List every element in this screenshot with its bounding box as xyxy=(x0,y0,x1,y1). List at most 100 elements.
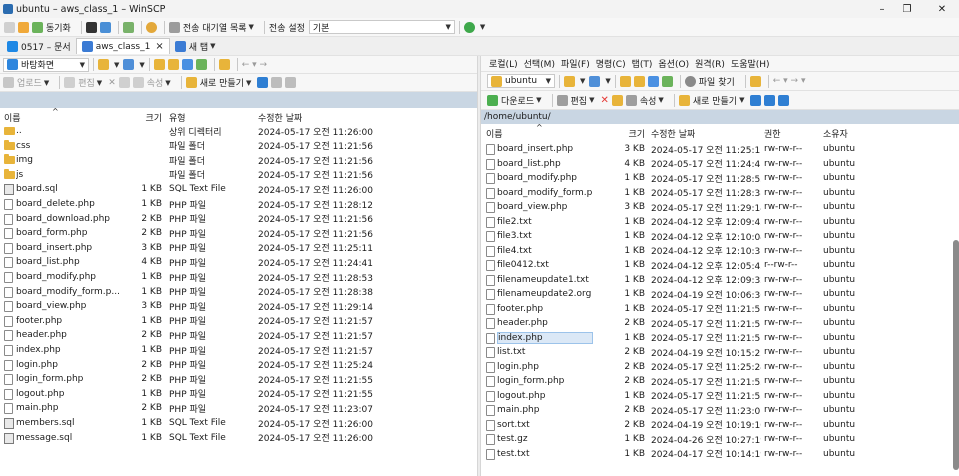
back-icon[interactable]: ← ▾ → ▾ xyxy=(773,76,806,86)
table-row[interactable]: header.php 2 KB 2024-05-17 오전 11:21:57 rw-r… xyxy=(481,316,951,330)
rename-icon[interactable] xyxy=(118,77,130,88)
table-row[interactable]: index.php 1 KB PHP 파일 2024-05-17 오전 11:21:5… xyxy=(0,343,470,357)
table-row[interactable]: board_list.php 4 KB PHP 파일 2024-05-17 오전 11… xyxy=(0,255,470,269)
col-modified-header[interactable]: 수정한 날짜 xyxy=(258,111,302,124)
filter-icon[interactable] xyxy=(589,75,601,87)
table-row[interactable]: footer.php 1 KB PHP 파일 2024-05-17 오전 11:21:… xyxy=(0,314,470,328)
col-name-header[interactable]: 이름 xyxy=(4,111,21,124)
table-row[interactable]: board_modify.php 1 KB PHP 파일 2024-05-17 오전 … xyxy=(0,270,470,284)
parent-dir-icon[interactable] xyxy=(619,75,631,87)
open-folder-icon[interactable] xyxy=(98,59,109,70)
table-row[interactable]: members.sql 1 KB SQL Text File 2024-05-17 오… xyxy=(0,416,470,430)
table-row[interactable]: main.php 2 KB 2024-05-17 오전 11:23:07 rw-rw-… xyxy=(481,403,951,417)
close-button[interactable]: ✕ xyxy=(928,0,956,18)
table-row[interactable]: filenameupdate2.org 1 KB 2024-04-19 오전 10:… xyxy=(481,287,951,301)
table-row[interactable]: login.php 2 KB 2024-05-17 오전 11:25:24 rw-rw… xyxy=(481,360,951,374)
menu-tabs[interactable]: 탭(T) xyxy=(632,57,653,70)
filter-select-icon[interactable] xyxy=(285,77,297,88)
open-folder-icon[interactable] xyxy=(564,75,575,87)
tab-local-documents[interactable]: 0517 – 문서 xyxy=(2,38,76,54)
col-size-header[interactable]: 크기 xyxy=(130,111,162,124)
queue-list-button[interactable]: 전송 대기열 목록 ▼ xyxy=(183,21,254,34)
sync-button[interactable]: 동기화 xyxy=(46,21,71,34)
left-path-bar[interactable] xyxy=(0,92,477,108)
delete-icon[interactable]: ✕ xyxy=(600,95,608,106)
table-row[interactable]: logout.php 1 KB PHP 파일 2024-05-17 오전 11:21:… xyxy=(0,387,470,401)
bookmark-icon[interactable] xyxy=(749,75,761,87)
filter-icon[interactable] xyxy=(123,59,135,70)
table-row[interactable]: board_view.php 3 KB 2024-05-17 오전 11:29:14… xyxy=(481,200,951,214)
menu-remote[interactable]: 원격(R) xyxy=(695,57,725,70)
menu-help[interactable]: 도움말(H) xyxy=(731,57,770,70)
upload-button[interactable]: 업로드 ▼ xyxy=(3,76,49,89)
col-owner-header[interactable]: 소유자 xyxy=(823,127,848,140)
left-edit-button[interactable]: 편집 ▼ xyxy=(64,76,102,89)
menu-commands[interactable]: 명령(C) xyxy=(596,57,626,70)
putty-icon[interactable] xyxy=(99,21,111,33)
col-name-header[interactable]: 이름 xyxy=(486,127,503,140)
table-row[interactable]: board_modify_form.p... 1 KB PHP 파일 2024-05-… xyxy=(0,285,470,299)
menu-local[interactable]: 로컬(L) xyxy=(489,57,518,70)
col-type-header[interactable]: 유형 xyxy=(169,111,186,124)
download-button[interactable]: 다운로드 ▼ xyxy=(487,94,542,107)
rename-icon[interactable] xyxy=(611,94,623,106)
table-row[interactable]: board_insert.php 3 KB PHP 파일 2024-05-17 오전 … xyxy=(0,241,470,255)
minimize-button[interactable]: – xyxy=(868,0,896,18)
bookmark-icon[interactable] xyxy=(218,59,230,70)
refresh-icon[interactable] xyxy=(122,21,134,33)
refresh-icon[interactable] xyxy=(195,59,207,70)
table-row[interactable]: .. 상위 디렉터리 2024-05-17 오전 11:26:00 xyxy=(0,124,470,138)
col-rights-header[interactable]: 권한 xyxy=(764,127,781,140)
table-row[interactable]: board_modify.php 1 KB 2024-05-17 오전 11:28:… xyxy=(481,171,951,185)
table-row[interactable]: sort.txt 2 KB 2024-04-19 오전 10:19:10 rw-rw-… xyxy=(481,418,951,432)
refresh-icon[interactable] xyxy=(661,75,673,87)
table-row[interactable]: css 파일 폴더 2024-05-17 오전 11:21:56 xyxy=(0,139,470,153)
home-icon[interactable] xyxy=(647,75,659,87)
table-row[interactable]: list.txt 2 KB 2024-04-19 오전 10:15:25 rw-rw-… xyxy=(481,345,951,359)
left-new-button[interactable]: 새로 만들기 ▼ xyxy=(185,76,251,89)
table-row[interactable]: test.gz 1 KB 2024-04-26 오전 10:27:19 rw-rw-r… xyxy=(481,432,951,446)
color-icon[interactable] xyxy=(463,21,475,33)
col-size-header[interactable]: 크기 xyxy=(611,127,645,140)
table-row[interactable]: login.php 2 KB PHP 파일 2024-05-17 오전 11:25:2… xyxy=(0,358,470,372)
table-row[interactable]: board_download.php 2 KB PHP 파일 2024-05-17 오… xyxy=(0,212,470,226)
table-row[interactable]: login_form.php 2 KB PHP 파일 2024-05-17 오전 11… xyxy=(0,372,470,386)
back-icon[interactable]: ← ▾ → xyxy=(242,60,267,70)
table-row[interactable]: test.txt 1 KB 2024-04-17 오전 10:14:19 rw-rw-… xyxy=(481,447,951,461)
left-properties-button[interactable]: 속성 ▼ xyxy=(132,76,171,89)
right-path-bar[interactable]: /home/ubuntu/ xyxy=(481,110,959,124)
table-row[interactable]: board_insert.php 3 KB 2024-05-17 오전 11:25:… xyxy=(481,142,951,156)
terminal-icon[interactable] xyxy=(85,21,97,33)
table-row[interactable]: js 파일 폴더 2024-05-17 오전 11:21:56 xyxy=(0,168,470,182)
menu-options[interactable]: 옵션(O) xyxy=(658,57,689,70)
table-row[interactable]: file4.txt 1 KB 2024-04-12 오후 12:10:37 rw-rw… xyxy=(481,244,951,258)
table-row[interactable]: board_form.php 2 KB PHP 파일 2024-05-17 오전 11… xyxy=(0,226,470,240)
filter-select-icon[interactable] xyxy=(778,94,790,106)
table-row[interactable]: footer.php 1 KB 2024-05-17 오전 11:21:57 rw-r… xyxy=(481,302,951,316)
select-all-icon[interactable] xyxy=(257,77,269,88)
table-row[interactable]: index.php 1 KB 2024-05-17 오전 11:21:57 rw-rw… xyxy=(481,331,951,345)
home-icon[interactable] xyxy=(181,59,193,70)
table-row[interactable]: logout.php 1 KB 2024-05-17 오전 11:21:55 rw-r… xyxy=(481,389,951,403)
left-location-select[interactable]: 바탕화면 ▼ xyxy=(3,57,89,72)
right-new-button[interactable]: 새로 만들기 ▼ xyxy=(678,94,744,107)
table-row[interactable]: login_form.php 2 KB 2024-05-17 오전 11:21:55… xyxy=(481,374,951,388)
table-row[interactable]: board_list.php 4 KB 2024-05-17 오전 11:24:41… xyxy=(481,157,951,171)
table-row[interactable]: main.php 2 KB PHP 파일 2024-05-17 오전 11:23:07 xyxy=(0,401,470,415)
maximize-button[interactable]: ❐ xyxy=(893,0,921,18)
tab-new[interactable]: 새 탭 ▼ xyxy=(170,38,221,54)
table-row[interactable]: file3.txt 1 KB 2024-04-12 오후 12:10:04 rw-rw… xyxy=(481,229,951,243)
parent-dir-icon[interactable] xyxy=(153,59,165,70)
table-row[interactable]: board_modify_form.p... 1 KB 2024-05-17 오전 … xyxy=(481,186,951,200)
preferences-icon[interactable] xyxy=(145,21,157,33)
root-dir-icon[interactable] xyxy=(167,59,179,70)
table-row[interactable]: header.php 2 KB PHP 파일 2024-05-17 오전 11:21:… xyxy=(0,328,470,342)
right-scrollbar[interactable] xyxy=(953,240,959,470)
table-row[interactable]: filenameupdate1.txt 1 KB 2024-04-12 오후 12:… xyxy=(481,273,951,287)
find-files-button[interactable]: 파일 찾기 xyxy=(684,75,735,88)
deselect-icon[interactable] xyxy=(271,77,283,88)
table-row[interactable]: board.sql 1 KB SQL Text File 2024-05-17 오전 … xyxy=(0,182,470,196)
right-location-select[interactable]: ubuntu ▼ xyxy=(487,74,555,88)
menu-files[interactable]: 파일(F) xyxy=(561,57,590,70)
compare-icon[interactable] xyxy=(18,21,29,33)
